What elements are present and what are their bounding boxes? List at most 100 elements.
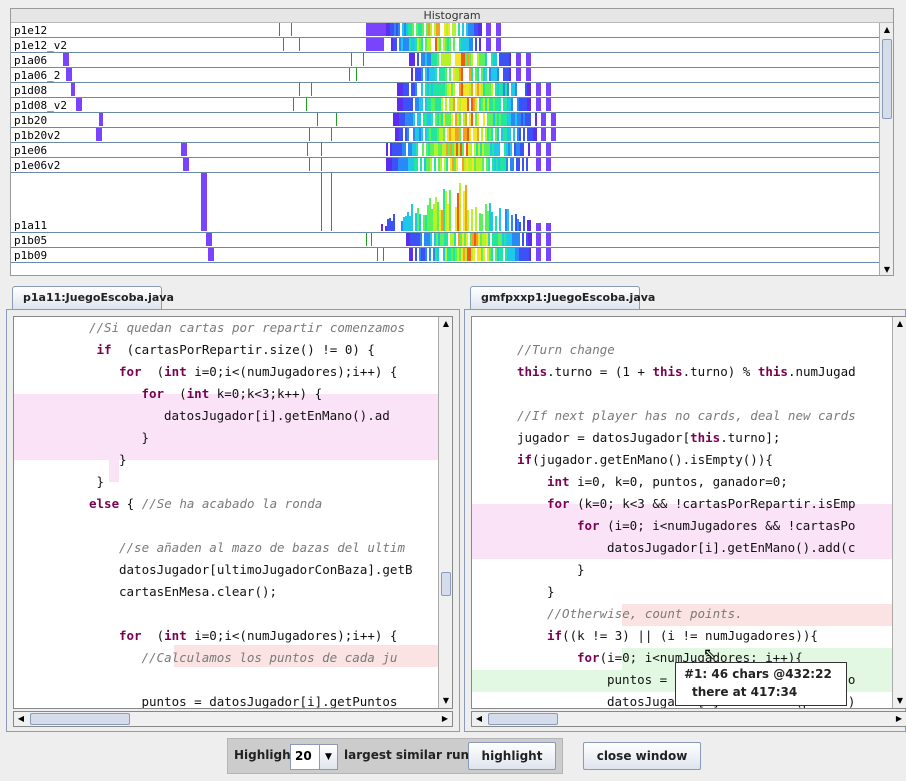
left-vertical-scrollbar[interactable]: ▲ ▼ [438, 317, 452, 708]
close-window-button[interactable]: close window [583, 742, 701, 770]
code-line: for (int k=0;k<3;k++) { [142, 383, 323, 405]
histogram-mark [395, 38, 397, 51]
histogram-mark [488, 158, 490, 171]
pink-highlight-small [109, 460, 119, 482]
right-horizontal-scrollbar[interactable]: ◀ ▶ [471, 711, 906, 727]
code-token: i=0;i<(numJugadores);i++) { [186, 364, 398, 379]
histogram-mark [509, 53, 511, 66]
histogram-mark [80, 98, 82, 111]
histogram-mark [449, 68, 451, 81]
code-token: //Otherwise, count points. [547, 606, 743, 621]
scroll-down-icon[interactable]: ▼ [439, 694, 452, 708]
code-token: int [547, 474, 570, 489]
histogram-mark [299, 38, 300, 51]
histogram-mark [495, 53, 497, 66]
mouse-cursor-icon: ⇖ [703, 644, 717, 663]
histogram-mark [421, 128, 423, 141]
histogram-mark [518, 233, 520, 246]
code-token: ( [164, 386, 187, 401]
histogram-mark [522, 233, 524, 246]
code-token: else [89, 496, 120, 511]
histogram-mark [321, 143, 322, 156]
right-code-view[interactable]: //Turn change this.turno = (1 + this.turn… [471, 316, 906, 709]
scroll-thumb[interactable] [30, 713, 130, 725]
code-token: for [577, 650, 600, 665]
histogram-mark [529, 98, 531, 111]
histogram-mark [486, 23, 491, 36]
code-token: } [141, 430, 150, 445]
histogram-mark [469, 128, 471, 141]
code-token: datosJugador[i].getEnMano().add(c [607, 540, 856, 555]
code-line: datosJugador[i].getEnMano().add(c [607, 537, 855, 559]
scroll-left-icon[interactable]: ◀ [472, 712, 486, 726]
histogram-mark [471, 38, 473, 51]
count-select[interactable]: 20 ▼ [290, 744, 338, 770]
code-token: datosJugador[i].getEnMano().ad [164, 408, 390, 423]
histogram-mark [449, 38, 451, 51]
code-token: //If next player has no cards, deal new … [517, 408, 856, 423]
histogram-mark [363, 53, 364, 66]
scroll-thumb[interactable] [488, 713, 558, 725]
left-horizontal-scrollbar[interactable]: ◀ ▶ [13, 711, 453, 727]
histogram-mark [465, 113, 467, 126]
code-token: this [517, 364, 548, 379]
histogram-mark [507, 209, 509, 231]
histogram-mark [498, 143, 500, 156]
histogram-mark [491, 83, 493, 96]
histogram-mark [416, 158, 418, 171]
highlight-button[interactable]: highlight [468, 742, 556, 770]
histogram-mark [499, 208, 501, 231]
histogram-mark [506, 158, 508, 171]
histogram-mark [471, 209, 473, 231]
histogram-mark [467, 98, 469, 111]
histogram-row-label: p1d08 [14, 84, 48, 97]
histogram-row-label: p1a11 [14, 219, 48, 232]
histogram-row: p1a06_2 [11, 68, 891, 83]
code-line: if (cartasPorRepartir.size() != 0) { [97, 339, 375, 361]
histogram-scrollbar[interactable]: ▲ ▼ [879, 23, 893, 275]
histogram-mark [501, 248, 503, 261]
histogram-mark [477, 128, 479, 141]
scroll-down-icon[interactable]: ▼ [893, 694, 906, 708]
scroll-right-icon[interactable]: ▶ [438, 712, 452, 726]
scroll-up-icon[interactable]: ▲ [880, 23, 893, 37]
highlight-label: Highlight [234, 748, 297, 762]
scroll-right-icon[interactable]: ▶ [892, 712, 906, 726]
tooltip-line2: there at 417:34 [692, 685, 798, 699]
histogram-mark [404, 143, 406, 156]
chevron-down-icon[interactable]: ▼ [319, 745, 337, 769]
scroll-thumb[interactable] [441, 572, 451, 596]
histogram-mark [467, 210, 469, 231]
histogram-mark [491, 248, 493, 261]
histogram-mark [411, 248, 413, 261]
code-line: //Turn change [517, 339, 615, 361]
histogram-mark [513, 128, 515, 141]
code-token: if [96, 342, 112, 357]
histogram-row-label: p1e06 [14, 144, 48, 157]
histogram-mark [411, 98, 413, 111]
code-token: for [547, 496, 570, 511]
code-line: if((k != 3) || (i != numJugadores)){ [547, 625, 818, 647]
histogram-mark [482, 158, 484, 171]
histogram-mark [546, 233, 551, 246]
scroll-up-icon[interactable]: ▲ [439, 317, 452, 331]
scroll-left-icon[interactable]: ◀ [14, 712, 28, 726]
histogram-mark [299, 83, 300, 96]
left-code-pane: p1a11:JuegoEscoba.java //Si quedan carta… [6, 286, 460, 732]
histogram-mark [480, 23, 482, 36]
histogram-row-label: p1b05 [14, 234, 48, 247]
right-vertical-scrollbar[interactable]: ▲ ▼ [892, 317, 906, 708]
tab-left-file[interactable]: p1a11:JuegoEscoba.java [12, 286, 174, 310]
code-token: (jugador.getEnMano().isEmpty()){ [532, 452, 773, 467]
tab-right-file[interactable]: gmfpxxp1:JuegoEscoba.java [470, 286, 655, 310]
scroll-down-icon[interactable]: ▼ [880, 263, 893, 275]
scroll-thumb[interactable] [882, 39, 892, 119]
histogram-mark [475, 98, 477, 111]
histogram-mark [456, 158, 458, 171]
code-token: { [119, 496, 142, 511]
histogram-mark [435, 68, 437, 81]
left-code-view[interactable]: //Si quedan cartas por repartir comenzam… [13, 316, 453, 709]
histogram-row: p1b20 [11, 113, 891, 128]
histogram-mark [471, 113, 473, 126]
scroll-up-icon[interactable]: ▲ [893, 317, 906, 331]
